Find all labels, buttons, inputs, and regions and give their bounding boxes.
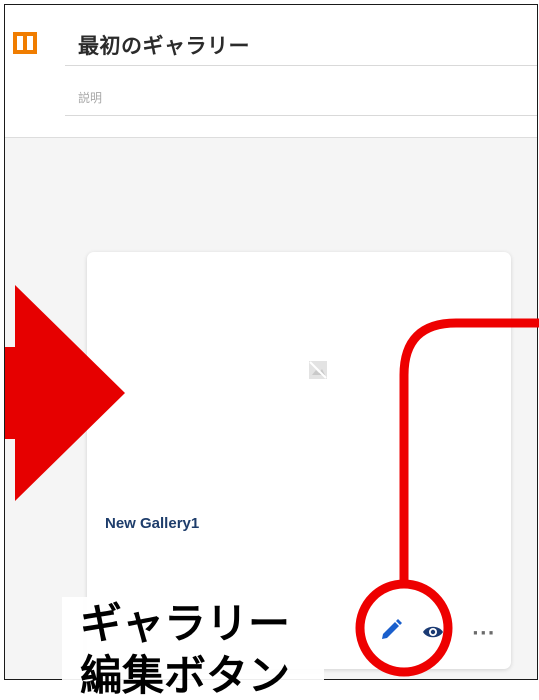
pencil-icon[interactable] bbox=[378, 617, 404, 643]
description-underline bbox=[65, 115, 537, 116]
pointer-arrow-graphic bbox=[5, 285, 125, 501]
eye-icon[interactable] bbox=[422, 621, 444, 643]
gallery-name[interactable]: New Gallery1 bbox=[105, 515, 199, 532]
annotation-label-line1: ギャラリー bbox=[80, 599, 291, 648]
gallery-header: 最初のギャラリー 説明 bbox=[5, 5, 537, 138]
app-logo-icon bbox=[13, 32, 37, 54]
gallery-title-field[interactable]: 最初のギャラリー bbox=[78, 30, 250, 60]
annotation-label-line2: 編集ボタン bbox=[80, 651, 291, 700]
app-window: 最初のギャラリー 説明 New Gallery1 ··· bbox=[4, 4, 538, 680]
more-options-icon[interactable]: ··· bbox=[472, 625, 496, 643]
description-field[interactable]: 説明 bbox=[78, 89, 102, 106]
title-underline bbox=[65, 65, 537, 66]
broken-image-icon bbox=[309, 361, 327, 379]
